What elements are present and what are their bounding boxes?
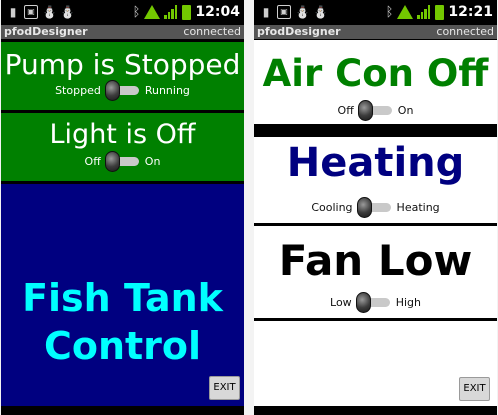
status-time: 12:21 (448, 4, 493, 20)
android-icon: ⛄ (313, 5, 328, 19)
heating-title: Heating (286, 140, 465, 186)
fan-off-label: Low (330, 296, 352, 309)
image-icon: ▣ (277, 5, 291, 19)
light-switch-row: Off On (1, 151, 244, 172)
wifi-icon (397, 5, 413, 19)
status-time: 12:04 (195, 4, 240, 20)
exit-button[interactable]: EXIT (209, 376, 240, 400)
fish-title-line1: Fish Tank (22, 276, 223, 320)
aircon-toggle-switch[interactable] (357, 100, 392, 121)
pump-off-label: Stopped (55, 84, 101, 97)
switch-knob (104, 151, 120, 172)
pump-panel[interactable]: Pump is Stopped Stopped Running (1, 42, 244, 110)
switch-knob (355, 292, 371, 313)
heating-panel[interactable]: Heating Cooling Heating (254, 137, 497, 223)
heating-switch-row: Cooling Heating (254, 197, 497, 218)
image-icon: ▣ (24, 5, 38, 19)
switch-knob (357, 100, 373, 121)
fan-switch-row: Low High (254, 292, 497, 313)
wifi-icon (144, 5, 160, 19)
fan-toggle-switch[interactable] (355, 292, 390, 313)
heating-off-label: Cooling (311, 201, 353, 214)
connection-status: connected (183, 25, 241, 38)
light-toggle-switch[interactable] (104, 151, 139, 172)
aircon-switch-row: Off On (254, 100, 497, 121)
status-bar: ▮ ▣ ⛄ ⛄ ᛒ 12:21 (254, 0, 497, 25)
battery-icon (182, 4, 192, 20)
switch-knob (104, 80, 120, 101)
light-on-label: On (144, 155, 161, 168)
connection-status: connected (436, 25, 494, 38)
aircon-off-label: Off (337, 104, 354, 117)
android-icon: ⛄ (42, 5, 57, 19)
fan-on-label: High (395, 296, 421, 309)
sd-card-icon: ▮ (262, 5, 270, 19)
light-off-label: Off (84, 155, 101, 168)
switch-knob (356, 197, 372, 218)
empty-panel: EXIT (254, 321, 497, 406)
phone-screen-left: ▮ ▣ ⛄ ⛄ ᛒ 12:04 pfodDesigner connected P… (1, 0, 244, 415)
bottom-strip (1, 406, 244, 415)
app-name: pfodDesigner (257, 25, 341, 38)
android-icon: ⛄ (295, 5, 310, 19)
android-icon: ⛄ (60, 5, 75, 19)
heating-toggle-switch[interactable] (356, 197, 391, 218)
sd-card-icon: ▮ (9, 5, 17, 19)
fan-title: Fan Low (278, 236, 473, 285)
aircon-title: Air Con Off (262, 52, 489, 95)
pump-on-label: Running (144, 84, 190, 97)
signal-icon (164, 5, 178, 19)
app-title-bar: pfodDesigner connected (1, 25, 244, 39)
exit-button[interactable]: EXIT (459, 377, 490, 401)
aircon-on-label: On (397, 104, 414, 117)
bluetooth-icon: ᛒ (132, 4, 141, 20)
pump-switch-row: Stopped Running (1, 80, 244, 101)
light-title: Light is Off (49, 119, 196, 150)
pump-toggle-switch[interactable] (104, 80, 139, 101)
signal-icon (417, 5, 431, 19)
phone-screen-right: ▮ ▣ ⛄ ⛄ ᛒ 12:21 pfodDesigner connected A… (254, 0, 497, 415)
bluetooth-icon: ᛒ (385, 4, 394, 20)
pump-title: Pump is Stopped (4, 48, 241, 81)
aircon-panel[interactable]: Air Con Off Off On (254, 40, 497, 124)
bottom-strip (254, 406, 497, 415)
fan-panel[interactable]: Fan Low Low High (254, 226, 497, 318)
heating-on-label: Heating (396, 201, 440, 214)
status-bar: ▮ ▣ ⛄ ⛄ ᛒ 12:04 (1, 0, 244, 25)
light-panel[interactable]: Light is Off Off On (1, 113, 244, 181)
app-title-bar: pfodDesigner connected (254, 25, 497, 39)
fish-tank-panel: Fish Tank Control EXIT (1, 184, 244, 406)
app-name: pfodDesigner (4, 25, 88, 38)
fish-title-line2: Control (43, 324, 202, 368)
battery-icon (435, 4, 445, 20)
